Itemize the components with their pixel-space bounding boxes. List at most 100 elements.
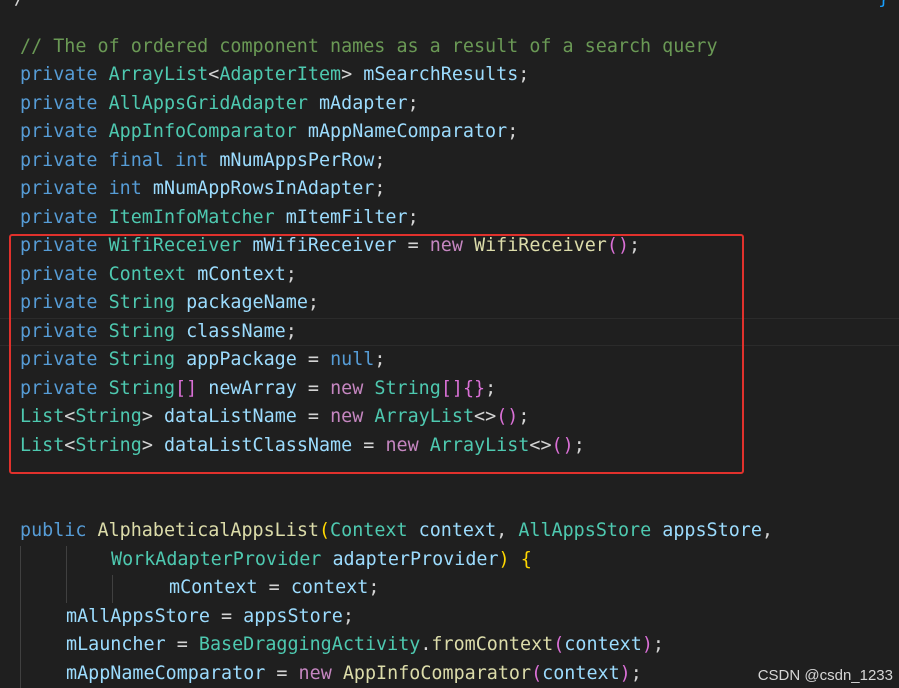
type-name: List xyxy=(20,406,65,427)
code-line-wifi-receiver[interactable]: private WifiReceiver mWifiReceiver = new… xyxy=(20,232,640,260)
punctuation: ; xyxy=(407,93,419,114)
keyword: new xyxy=(330,406,364,427)
code-line-constructor-signature[interactable]: public AlphabeticalAppsList(Context cont… xyxy=(20,517,773,545)
code-line-app-package[interactable]: private String appPackage = null; xyxy=(20,346,385,374)
function-name: fromContext xyxy=(431,634,554,655)
code-line-context[interactable]: private Context mContext; xyxy=(20,261,297,289)
type-name: String xyxy=(108,292,176,313)
punctuation: ; xyxy=(629,235,641,256)
punctuation: ; xyxy=(307,292,319,313)
parenthesis: ( xyxy=(553,634,565,655)
variable-name: mContext xyxy=(197,264,286,285)
operator: = xyxy=(307,378,319,399)
type-name: ArrayList xyxy=(374,406,475,427)
code-line-assign-comparator[interactable]: mAppNameComparator = new AppInfoComparat… xyxy=(66,660,642,688)
operator: = xyxy=(407,235,419,256)
punctuation: ; xyxy=(573,435,585,456)
variable-name: newArray xyxy=(208,378,297,399)
punctuation: ; xyxy=(407,207,419,228)
punctuation: > xyxy=(141,435,153,456)
code-line-package-name[interactable]: private String packageName; xyxy=(20,289,319,317)
brackets: [] xyxy=(440,378,463,399)
type-name: Context xyxy=(330,520,408,541)
parenthesis: ( xyxy=(531,663,543,684)
punctuation: ; xyxy=(374,349,386,370)
keyword: new xyxy=(298,663,332,684)
code-line-assign-apps-store[interactable]: mAllAppsStore = appsStore; xyxy=(66,603,354,631)
parenthesis: ) xyxy=(619,663,631,684)
operator: = xyxy=(276,663,288,684)
csdn-watermark: CSDN @csdn_1233 xyxy=(757,667,893,684)
type-name: BaseDraggingActivity xyxy=(198,634,421,655)
type-name: String xyxy=(75,435,142,456)
variable-name: mWifiReceiver xyxy=(252,235,397,256)
code-line-search-results[interactable]: private ArrayList<AdapterItem> mSearchRe… xyxy=(20,61,529,89)
code-line-app-name-comparator[interactable]: private AppInfoComparator mAppNameCompar… xyxy=(20,118,518,146)
operator: = xyxy=(268,577,280,598)
operator: = xyxy=(176,634,188,655)
punctuation: > xyxy=(141,406,153,427)
parenthesis: ) xyxy=(641,634,653,655)
parentheses: () xyxy=(496,406,519,427)
punctuation: ; xyxy=(518,64,530,85)
variable-name: mItemFilter xyxy=(285,207,408,228)
punctuation: < xyxy=(64,406,76,427)
variable-name: mNumAppRowsInAdapter xyxy=(152,178,375,199)
code-line-new-array[interactable]: private String[] newArray = new String[]… xyxy=(20,375,496,403)
operator: = xyxy=(307,406,319,427)
keyword: private xyxy=(20,121,98,142)
variable-name: mSearchResults xyxy=(363,64,519,85)
punctuation: < xyxy=(208,64,220,85)
type-name: String xyxy=(108,349,176,370)
punctuation: ; xyxy=(374,178,386,199)
code-line-data-list-name[interactable]: List<String> dataListName = new ArrayLis… xyxy=(20,403,529,431)
code-line-data-list-class-name[interactable]: List<String> dataListClassName = new Arr… xyxy=(20,432,585,460)
code-line-num-apps-per-row[interactable]: private final int mNumAppsPerRow; xyxy=(20,147,385,175)
code-line-assign-launcher[interactable]: mLauncher = BaseDraggingActivity.fromCon… xyxy=(66,631,664,659)
code-line-num-app-rows[interactable]: private int mNumAppRowsInAdapter; xyxy=(20,175,385,203)
keyword: private xyxy=(20,178,98,199)
partial-line-top-left: / xyxy=(14,0,25,9)
indent-guide xyxy=(20,546,21,688)
type-name: WorkAdapterProvider xyxy=(111,549,322,570)
punctuation: < xyxy=(64,435,76,456)
code-line-class-name[interactable]: private String className; xyxy=(20,318,297,346)
type-name: AllAppsGridAdapter xyxy=(108,93,308,114)
parameter-name: adapterProvider xyxy=(332,549,499,570)
parentheses: () xyxy=(551,435,574,456)
keyword: public xyxy=(20,520,87,541)
keyword: private xyxy=(20,292,98,313)
code-line-adapter[interactable]: private AllAppsGridAdapter mAdapter; xyxy=(20,90,419,118)
code-line-constructor-param-3[interactable]: WorkAdapterProvider adapterProvider) { xyxy=(111,546,532,574)
parenthesis: ( xyxy=(318,520,331,541)
punctuation: ; xyxy=(630,663,642,684)
code-editor[interactable]: / } // The of ordered component names as… xyxy=(0,0,899,688)
variable-name: dataListClassName xyxy=(163,435,353,456)
variable-name: packageName xyxy=(186,292,308,313)
code-line-assign-context[interactable]: mContext = context; xyxy=(169,574,379,602)
punctuation: ; xyxy=(342,606,354,627)
variable-name: context xyxy=(564,634,642,655)
indent-guide xyxy=(112,575,113,603)
type-name: AdapterItem xyxy=(219,64,342,85)
primitive-type: int xyxy=(108,178,142,199)
punctuation: ; xyxy=(518,406,530,427)
type-name: ItemInfoMatcher xyxy=(108,207,275,228)
indent-guide xyxy=(66,546,67,603)
type-name: String xyxy=(108,321,176,342)
parentheses: () xyxy=(606,235,630,256)
code-line-item-filter[interactable]: private ItemInfoMatcher mItemFilter; xyxy=(20,204,419,232)
variable-name: appPackage xyxy=(186,349,297,370)
punctuation: > xyxy=(341,64,353,85)
punctuation: , xyxy=(496,520,508,541)
keyword: private xyxy=(20,235,98,256)
operator: = xyxy=(307,349,319,370)
code-comment-line[interactable]: // The of ordered component names as a r… xyxy=(20,33,718,61)
punctuation: ; xyxy=(485,378,497,399)
variable-name: mAllAppsStore xyxy=(66,606,210,627)
type-name: AllAppsStore xyxy=(518,520,652,541)
braces: {} xyxy=(462,378,486,399)
variable-name: context xyxy=(542,663,620,684)
keyword: new xyxy=(330,378,364,399)
punctuation: ; xyxy=(285,321,297,342)
